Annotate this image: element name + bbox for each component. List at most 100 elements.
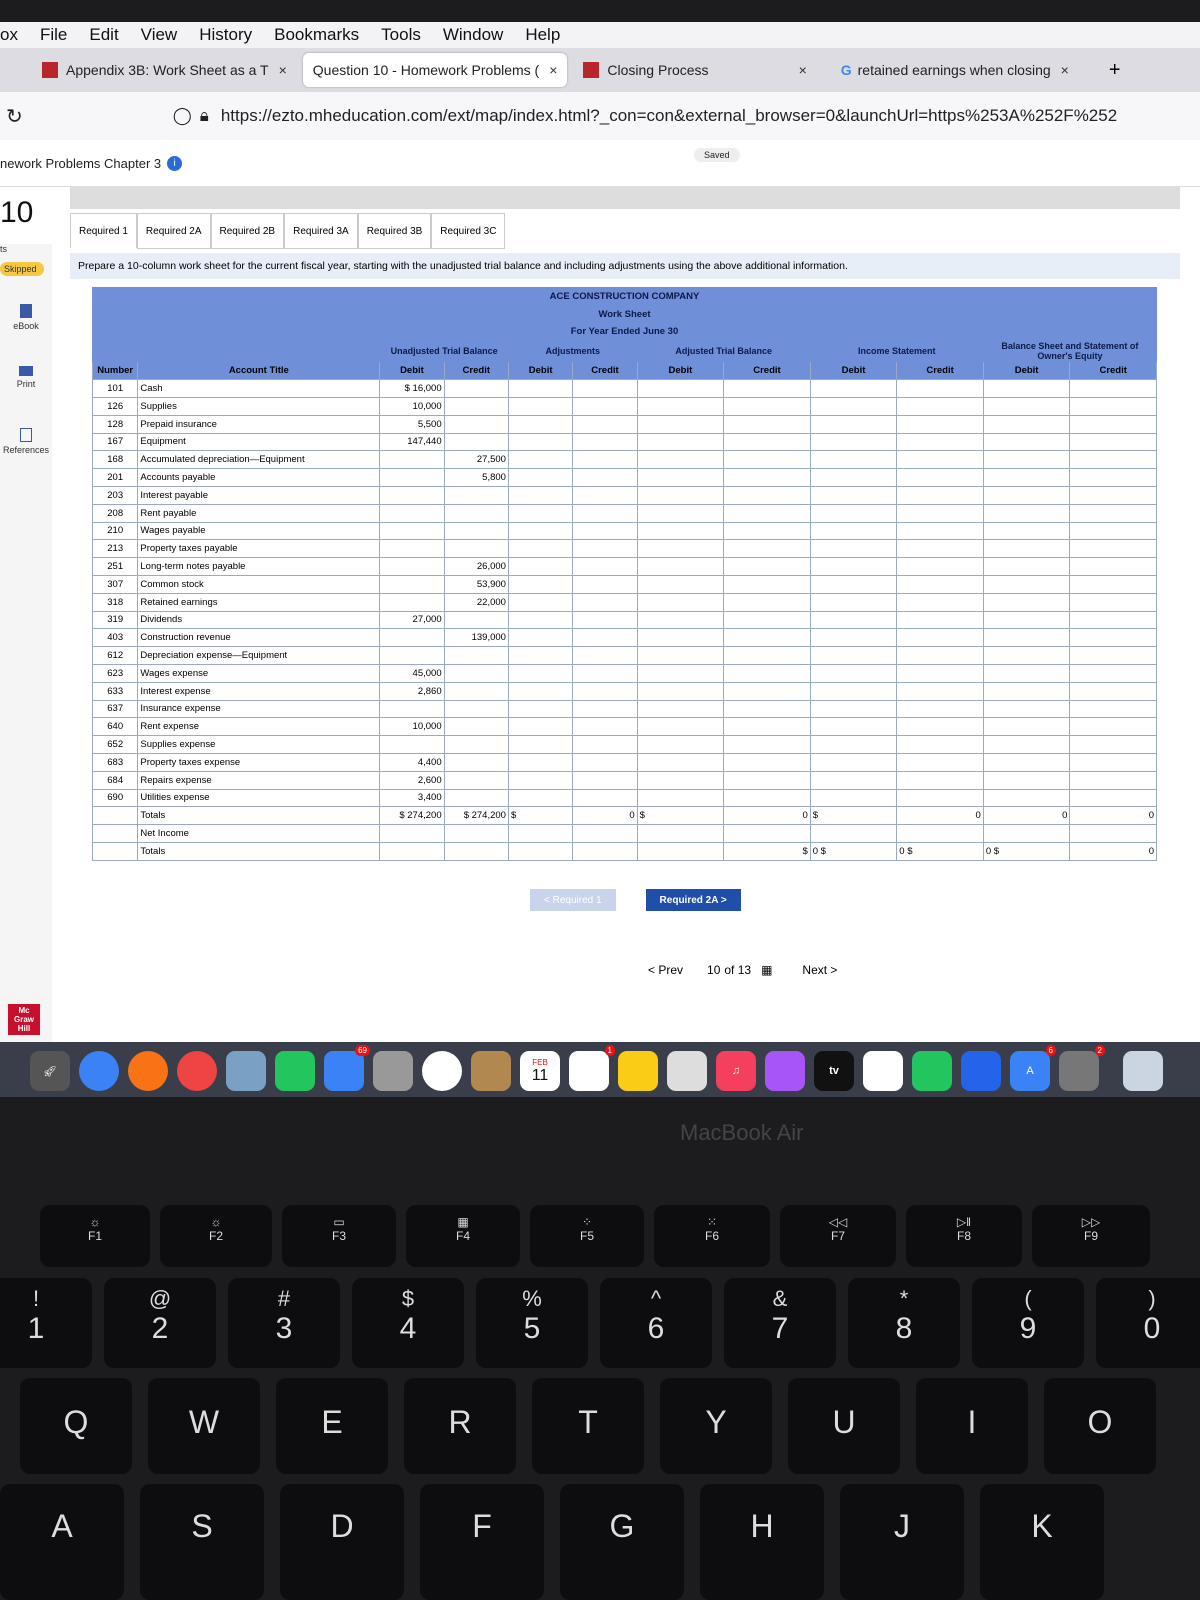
input-cell[interactable] <box>507 717 574 737</box>
input-cell[interactable] <box>982 468 1071 487</box>
close-icon[interactable]: × <box>279 62 287 78</box>
input-cell[interactable] <box>723 824 811 843</box>
input-cell[interactable] <box>809 770 898 790</box>
input-cell[interactable] <box>896 521 984 541</box>
input-cell[interactable] <box>636 717 725 737</box>
key[interactable]: O <box>1044 1378 1156 1474</box>
input-cell[interactable] <box>723 735 811 754</box>
input-cell[interactable] <box>572 699 638 719</box>
input-cell[interactable] <box>1069 379 1157 398</box>
input-cell[interactable] <box>636 752 725 772</box>
input-cell[interactable] <box>809 824 898 843</box>
input-cell[interactable] <box>1069 628 1157 648</box>
lock-icon[interactable]: 🔒︎ <box>200 106 209 126</box>
input-cell[interactable] <box>723 770 811 790</box>
input-cell[interactable] <box>896 432 984 452</box>
tab-closing[interactable]: Closing Process × <box>573 53 816 87</box>
contacts-icon[interactable] <box>471 1051 511 1091</box>
tab-required-3b[interactable]: Required 3B <box>357 213 432 249</box>
input-cell[interactable] <box>572 735 638 754</box>
input-cell[interactable] <box>636 610 725 630</box>
input-cell[interactable] <box>723 788 811 808</box>
key[interactable]: ) 0 <box>1096 1278 1200 1368</box>
f9-key[interactable]: ▷▷ F9 <box>1032 1205 1150 1267</box>
input-cell[interactable] <box>1069 414 1157 434</box>
input-cell[interactable] <box>572 503 638 523</box>
input-cell[interactable] <box>636 521 725 541</box>
input-cell[interactable] <box>636 557 725 576</box>
input-cell[interactable] <box>636 663 725 683</box>
input-cell[interactable] <box>809 432 898 452</box>
sidebar-item-references[interactable]: References <box>0 420 52 482</box>
input-cell[interactable] <box>896 574 984 594</box>
input-cell[interactable] <box>1069 752 1157 772</box>
input-cell[interactable] <box>982 824 1071 843</box>
input-cell[interactable] <box>507 485 574 505</box>
input-cell[interactable] <box>982 414 1071 434</box>
input-cell[interactable] <box>982 681 1071 701</box>
tab-required-2b[interactable]: Required 2B <box>210 213 285 249</box>
key[interactable]: W <box>148 1378 260 1474</box>
shield-icon[interactable]: ◯ <box>173 106 192 126</box>
input-cell[interactable] <box>1069 646 1157 665</box>
key[interactable]: E <box>276 1378 388 1474</box>
input-cell[interactable] <box>1069 468 1157 487</box>
input-cell[interactable] <box>507 450 574 470</box>
input-cell[interactable] <box>1069 735 1157 754</box>
input-cell[interactable] <box>723 485 811 505</box>
input-cell[interactable] <box>723 557 811 576</box>
tab-search[interactable]: G retained earnings when closing × <box>831 53 1079 87</box>
f6-key[interactable]: ⁙ F6 <box>654 1205 770 1267</box>
input-cell[interactable] <box>507 628 574 648</box>
input-cell[interactable] <box>723 699 811 719</box>
input-cell[interactable] <box>723 432 811 452</box>
input-cell[interactable] <box>507 824 574 843</box>
input-cell[interactable] <box>723 574 811 594</box>
input-cell[interactable] <box>809 396 898 416</box>
input-cell[interactable] <box>636 396 725 416</box>
key[interactable]: F <box>420 1484 544 1600</box>
safari-icon[interactable] <box>79 1051 119 1091</box>
input-cell[interactable] <box>572 681 638 701</box>
input-cell[interactable] <box>723 717 811 737</box>
input-cell[interactable] <box>896 824 984 843</box>
key[interactable]: & 7 <box>724 1278 836 1368</box>
f2-key[interactable]: ☼ F2 <box>160 1205 272 1267</box>
input-cell[interactable] <box>572 521 638 541</box>
input-cell[interactable] <box>809 699 898 719</box>
input-cell[interactable] <box>507 735 574 754</box>
input-cell[interactable] <box>636 592 725 612</box>
sidebar-item-print[interactable]: Print <box>0 358 52 420</box>
input-cell[interactable] <box>809 788 898 808</box>
input-cell[interactable] <box>982 699 1071 719</box>
key[interactable]: % 5 <box>476 1278 588 1368</box>
input-cell[interactable] <box>723 592 811 612</box>
input-cell[interactable] <box>896 646 984 665</box>
chrome-icon[interactable] <box>177 1051 217 1091</box>
key[interactable]: S <box>140 1484 264 1600</box>
input-cell[interactable] <box>572 396 638 416</box>
input-cell[interactable] <box>896 379 984 398</box>
input-cell[interactable] <box>723 610 811 630</box>
tab-required-3a[interactable]: Required 3A <box>284 213 358 249</box>
launchpad-icon[interactable]: 🚀︎ <box>30 1051 70 1091</box>
key[interactable]: H <box>700 1484 824 1600</box>
input-cell[interactable] <box>443 824 509 843</box>
input-cell[interactable] <box>507 646 574 665</box>
reload-icon[interactable]: ↻ <box>6 104 23 129</box>
input-cell[interactable] <box>1069 557 1157 576</box>
input-cell[interactable] <box>507 663 574 683</box>
input-cell[interactable] <box>896 735 984 754</box>
input-cell[interactable] <box>507 414 574 434</box>
key[interactable]: U <box>788 1378 900 1474</box>
input-cell[interactable] <box>982 396 1071 416</box>
input-cell[interactable] <box>572 752 638 772</box>
input-cell[interactable] <box>809 450 898 470</box>
close-icon[interactable]: × <box>1061 62 1069 78</box>
input-cell[interactable] <box>723 414 811 434</box>
tab-question[interactable]: Question 10 - Homework Problems ( × <box>302 53 568 87</box>
input-cell[interactable] <box>507 610 574 630</box>
input-cell[interactable] <box>1069 592 1157 612</box>
menu-view[interactable]: View <box>141 25 178 45</box>
input-cell[interactable] <box>507 574 574 594</box>
